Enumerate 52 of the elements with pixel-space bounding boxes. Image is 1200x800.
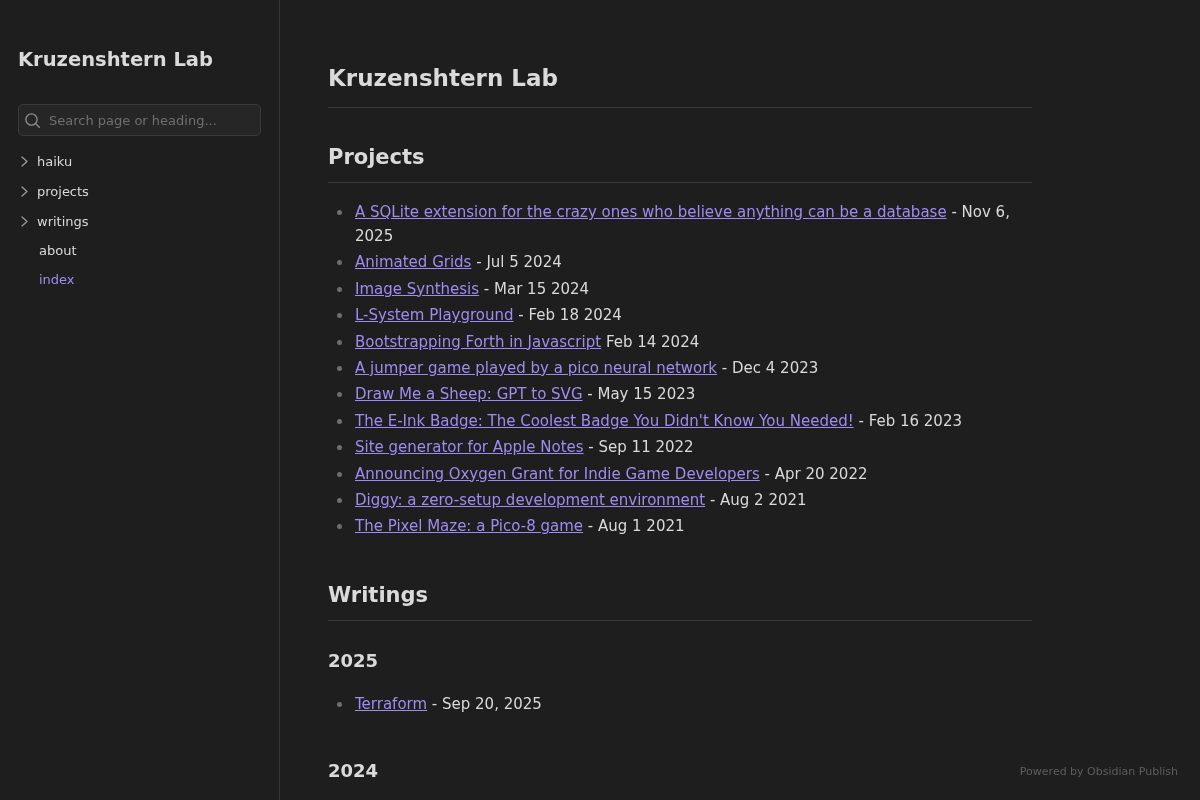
list-item-text: L-System Playground - Feb 18 2024	[355, 305, 622, 327]
list-item-text: Image Synthesis - Mar 15 2024	[355, 278, 590, 300]
post-link[interactable]: Site generator for Apple Notes	[355, 438, 584, 457]
post-link[interactable]: Diggy: a zero-setup development environment	[355, 490, 706, 509]
bullet-icon	[337, 471, 342, 477]
page-title: Kruzenshtern Lab	[328, 63, 1032, 108]
post-link[interactable]: L-System Playground	[355, 306, 514, 325]
bullet-icon	[337, 418, 342, 424]
post-link[interactable]: Image Synthesis	[355, 279, 480, 298]
post-link[interactable]: Bootstrapping Forth in Javascript	[355, 332, 602, 351]
post-link[interactable]: The E-Ink Badge: The Coolest Badge You Didn't Know You Needed!	[355, 411, 854, 430]
post-link[interactable]: Draw Me a Sheep: GPT to SVG	[355, 385, 583, 404]
bullet-icon	[337, 702, 342, 708]
bullet-icon	[337, 445, 342, 451]
list-item-text: Terraform - Sep 20, 2025	[355, 694, 542, 716]
post-link[interactable]: A SQLite extension for the crazy ones who believe anything can be a database	[355, 203, 947, 221]
post-link[interactable]: A jumper game played by a pico neural network	[355, 358, 718, 377]
year-heading: 2025	[328, 650, 380, 673]
bullet-icon	[337, 524, 342, 530]
list-item-text: A jumper game played by a pico neural network - Dec 4 2023	[355, 357, 819, 379]
post-link[interactable]: Terraform	[355, 695, 428, 714]
section-heading: Writings	[328, 582, 1032, 622]
bullet-icon	[337, 260, 342, 266]
list-item-text: Draw Me a Sheep: GPT to SVG - May 15 2023	[355, 384, 696, 406]
post-link[interactable]: The Pixel Maze: a Pico-8 game	[355, 517, 583, 536]
bullet-icon	[337, 313, 342, 319]
bullet-icon	[337, 339, 342, 345]
list-item-text: Bootstrapping Forth in Javascript Feb 14 2024	[355, 331, 700, 353]
nav-file[interactable]: about	[18, 236, 83, 265]
bullet-icon	[337, 392, 342, 398]
nav-folder[interactable]: haiku	[18, 146, 79, 176]
list-item-text: Diggy: a zero-setup development environment - Aug 2 2021	[355, 489, 807, 511]
list-item-text: The Pixel Maze: a Pico-8 game - Aug 1 2021	[355, 516, 685, 538]
list-item-text: The E-Ink Badge: The Coolest Badge You Didn't Know You Needed! - Feb 16 2023	[355, 410, 962, 432]
nav-folder[interactable]: writings	[18, 206, 95, 236]
bullet-icon	[337, 286, 342, 292]
footer-credit: Powered by Obsidian Publish	[1019, 765, 1178, 778]
bullet-icon	[337, 210, 342, 215]
post-link[interactable]: Animated Grids	[355, 253, 472, 272]
site-title: Kruzenshtern Lab	[18, 48, 214, 72]
post-link[interactable]: Announcing Oxygen Grant for Indie Game Developers	[355, 464, 760, 483]
list-item-text: Animated Grids - Jul 5 2024	[355, 252, 562, 274]
search-icon	[25, 113, 40, 128]
bullet-icon	[337, 497, 342, 503]
nav-file[interactable]: index	[18, 265, 81, 294]
bullet-icon	[337, 365, 342, 371]
nav-folder[interactable]: projects	[18, 176, 95, 206]
search-field[interactable]: Search page or heading...	[18, 104, 261, 136]
list-item-text: A SQLite extension for the crazy ones who believe anything can be a database - Nov 6, 2025	[355, 202, 1011, 247]
section-heading: Projects	[328, 144, 1032, 183]
list-item-text: Site generator for Apple Notes - Sep 11 2022	[355, 437, 694, 459]
list-item-text: Announcing Oxygen Grant for Indie Game Developers - Apr 20 2022	[355, 463, 868, 485]
